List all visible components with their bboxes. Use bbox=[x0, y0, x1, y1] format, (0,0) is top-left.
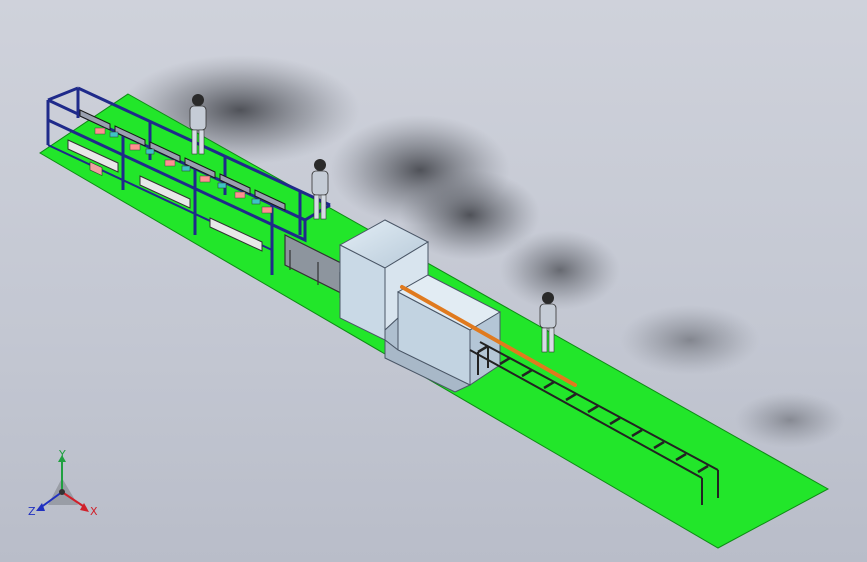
z-axis-label: Z bbox=[28, 505, 36, 518]
cad-viewport[interactable]: Y X Z bbox=[0, 0, 867, 562]
coordinate-triad: Y X Z bbox=[28, 448, 98, 518]
assembly-scene[interactable]: Y X Z bbox=[0, 0, 867, 562]
y-axis-label: Y bbox=[58, 448, 66, 461]
x-axis-label: X bbox=[90, 505, 98, 518]
